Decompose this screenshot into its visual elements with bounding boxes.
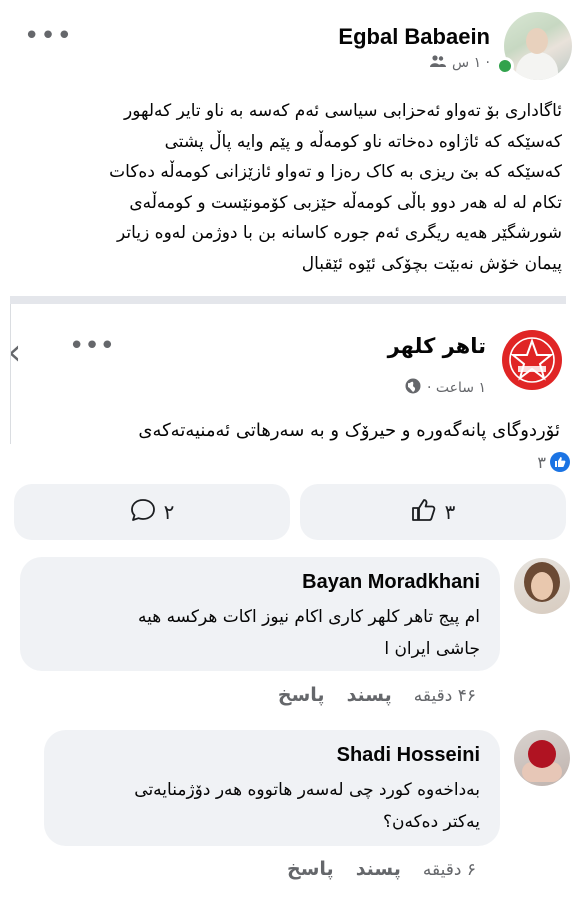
comment-actions: ۶ دقیقه پسند پاسخ <box>287 858 476 880</box>
online-status-indicator <box>496 57 514 75</box>
post-text-line: شورشگێر هەیە ریگری ئەم جورە کاسانە بن با… <box>117 223 562 243</box>
chevron-left-icon[interactable]: ‹ <box>11 332 21 373</box>
comment-time[interactable]: ۶ دقیقه <box>423 860 476 880</box>
post-meta: ١ س · <box>430 55 490 71</box>
comment-text-line: ام پیج تاهر کلهر کاری اکام نیوز اکات هرک… <box>137 607 480 627</box>
comment-text: ام پیج تاهر کلهر کاری اکام نیوز اکات هرک… <box>36 601 480 665</box>
shared-post-text: ئۆردوگای پانەگەورە و حیرۆک و بە سەرهاتی … <box>138 420 560 441</box>
friends-icon <box>430 55 447 71</box>
comment-time[interactable]: ۴۶ دقیقه <box>414 686 476 706</box>
comment-bubble[interactable]: Bayan Moradkhani ام پیج تاهر کلهر کاری ا… <box>20 557 500 671</box>
shared-post-card[interactable]: ‹ ••• تاهر کلهر ١ ساعت · ئۆردوگای پانەگە… <box>10 304 566 444</box>
comment-actions: ۴۶ دقیقه پسند پاسخ <box>278 684 476 706</box>
post-text-line: پیمان خۆش نەبێت بچۆکی ئێوە ئێقبال <box>301 253 562 274</box>
comment-text: بەداخەوە کورد چی لەسەر هاتووە هەر دۆژمنا… <box>60 774 480 838</box>
comment-like-link[interactable]: پسند <box>356 858 401 880</box>
comment-text-line: یەکتر دەکەن؟ <box>382 812 480 832</box>
author-avatar[interactable] <box>504 12 572 80</box>
shared-post-time[interactable]: ١ ساعت · <box>427 380 486 396</box>
post-text-line: تکام لە لە هەر دوو باڵی کومەڵە حێزبی کۆم… <box>129 192 562 213</box>
comment-reply-link[interactable]: پاسخ <box>287 858 334 880</box>
globe-icon <box>405 378 421 398</box>
post-time[interactable]: ١ س · <box>452 55 490 71</box>
post-text: ئاگاداری بۆ تەواو ئەحزابی سیاسی ئەم کەسە… <box>20 96 562 279</box>
post-text-line: کەسێکە کە بێ ریزی بە کاک رەزا و تەواو ئا… <box>109 162 562 182</box>
post-text-line: کەسێکە کە ئاژاوە دەخاتە ناو کومەڵە و پێم… <box>164 131 562 152</box>
post-header: ••• Egbal Babaein ١ س · <box>0 0 576 90</box>
shared-more-options-icon[interactable]: ••• <box>69 333 115 359</box>
comment-author[interactable]: Shadi Hosseini <box>337 744 480 767</box>
like-count: ٣ <box>444 500 456 524</box>
more-options-icon[interactable]: ••• <box>24 23 73 49</box>
comment-button[interactable]: ٢ <box>14 484 290 540</box>
shared-page-name[interactable]: تاهر کلهر <box>388 334 486 358</box>
like-reaction-icon <box>550 452 570 472</box>
comment-author[interactable]: Bayan Moradkhani <box>302 571 480 594</box>
thumbs-up-icon <box>411 498 437 527</box>
reaction-summary[interactable]: ٣ <box>537 452 570 472</box>
reaction-count: ٣ <box>537 452 546 472</box>
commenter-avatar[interactable] <box>514 730 570 786</box>
comment-reply-link[interactable]: پاسخ <box>278 684 325 706</box>
comment-count: ٢ <box>163 500 175 524</box>
shared-page-avatar[interactable] <box>502 330 562 390</box>
post-author-name[interactable]: Egbal Babaein <box>338 24 490 50</box>
post-text-line: ئاگاداری بۆ تەواو ئەحزابی سیاسی ئەم کەسە… <box>124 101 562 121</box>
commenter-avatar[interactable] <box>514 558 570 614</box>
like-button[interactable]: ٣ <box>300 484 566 540</box>
shared-post-divider <box>10 296 566 304</box>
comment-text-line: جاشی ایران ا <box>384 639 480 659</box>
shared-post-meta: ١ ساعت · <box>405 378 486 398</box>
comment-icon <box>130 498 156 527</box>
comment-text-line: بەداخەوە کورد چی لەسەر هاتووە هەر دۆژمنا… <box>134 780 480 800</box>
comment-like-link[interactable]: پسند <box>347 684 392 706</box>
comment-bubble[interactable]: Shadi Hosseini بەداخەوە کورد چی لەسەر ها… <box>44 730 500 846</box>
